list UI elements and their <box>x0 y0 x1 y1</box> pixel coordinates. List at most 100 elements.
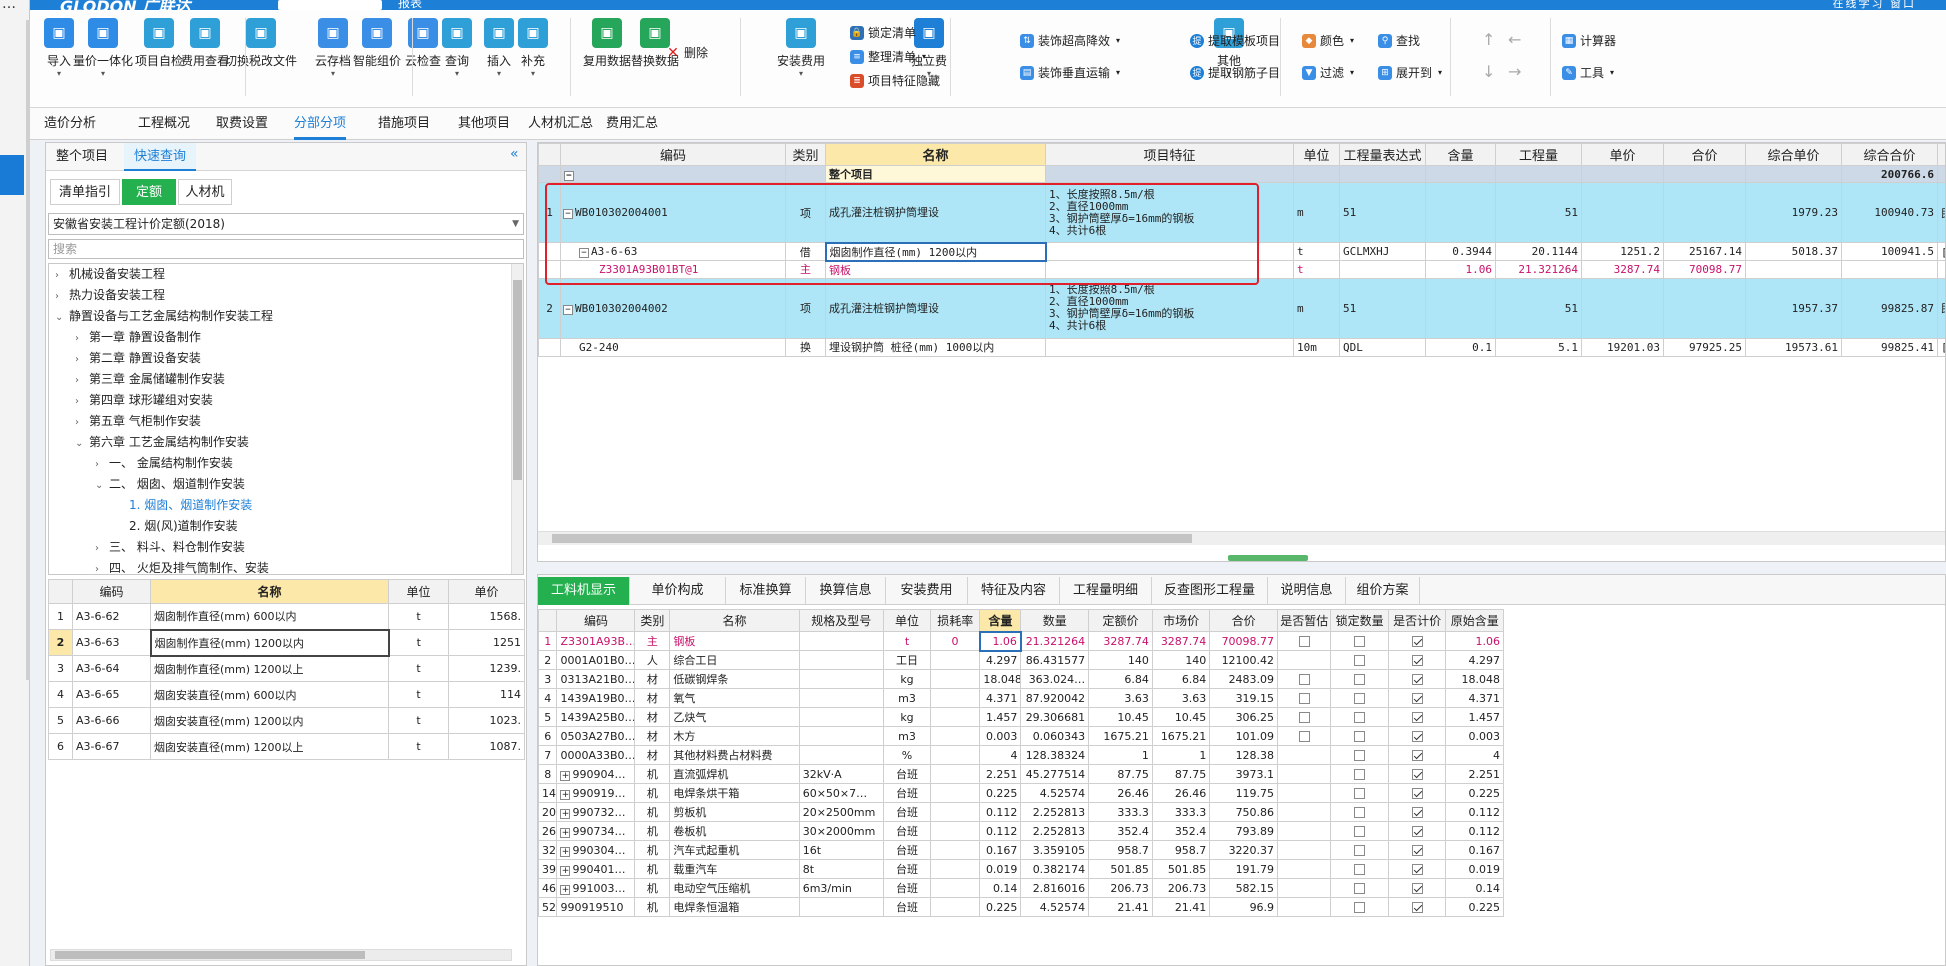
cell-expr[interactable]: GCLMXHJ <box>1339 242 1426 261</box>
res-spec[interactable]: 32kV·A <box>798 764 884 784</box>
cell-name[interactable]: 成孔灌注桩钢护筒埋设 <box>825 277 1046 339</box>
is-priced-cell[interactable] <box>1387 707 1447 727</box>
detail-tab[interactable]: 说明信息 <box>1268 577 1346 605</box>
lock-qty-cell[interactable] <box>1330 726 1389 746</box>
is-priced-cell[interactable] <box>1387 631 1447 651</box>
is-priced-cell[interactable] <box>1387 688 1447 708</box>
nav-tab[interactable]: 取费设置 <box>216 108 268 140</box>
cell-code[interactable]: − A3-6-63 <box>560 242 786 261</box>
res-market[interactable]: 10.45 <box>1151 707 1211 727</box>
res-code[interactable]: 1439A19B0… <box>556 688 636 708</box>
lock-qty-cell[interactable] <box>1330 783 1389 803</box>
bill-row[interactable]: Z3301A93B01BT@1 主钢板 t 1.06 21.321264 3287.74 7… <box>538 260 1945 279</box>
res-type[interactable]: 机 <box>634 764 671 784</box>
resource-col-header[interactable]: 名称 <box>669 609 800 632</box>
res-name[interactable]: 卷板机 <box>669 821 800 841</box>
res-content[interactable]: 0.112 <box>979 821 1022 841</box>
res-qty[interactable]: 4.52574 <box>1020 783 1090 803</box>
res-loss[interactable] <box>930 897 981 917</box>
res-total[interactable]: 101.09 <box>1209 726 1279 746</box>
res-content[interactable]: 0.225 <box>979 783 1022 803</box>
res-type[interactable]: 机 <box>634 783 671 803</box>
table-row[interactable]: 6 A3-6-67 烟囱安装直径(mm) 1200以上 t 1087. <box>48 733 525 760</box>
res-loss[interactable] <box>930 726 981 746</box>
is-priced-cell[interactable] <box>1387 878 1447 898</box>
res-quota[interactable]: 3287.74 <box>1088 631 1153 651</box>
res-unit[interactable]: t <box>882 631 932 651</box>
res-market[interactable]: 333.3 <box>1151 802 1211 822</box>
cell-type[interactable]: 项 <box>785 277 826 339</box>
res-name[interactable]: 其他材料费占材料费 <box>669 745 800 765</box>
res-spec[interactable]: 6m3/min <box>798 878 884 898</box>
move-right-icon[interactable]: → <box>1508 62 1521 81</box>
res-quota[interactable]: 501.85 <box>1088 859 1153 879</box>
res-qty[interactable]: 2.816016 <box>1020 878 1090 898</box>
res-total[interactable]: 119.75 <box>1209 783 1279 803</box>
res-code[interactable]: +991003… <box>556 878 636 898</box>
lock-checkbox[interactable] <box>1354 655 1366 666</box>
tree-node[interactable]: 1. 烟囱、烟道制作安装 <box>115 495 252 516</box>
res-loss[interactable] <box>930 650 981 670</box>
cell-cprice[interactable]: 1957.37 <box>1745 277 1842 339</box>
resource-col-header[interactable]: 是否计价 <box>1387 609 1447 632</box>
res-code[interactable]: +990734… <box>556 821 636 841</box>
is-priced-cell[interactable] <box>1387 764 1447 784</box>
res-spec[interactable] <box>798 669 884 689</box>
res-market[interactable]: 3287.74 <box>1151 631 1211 651</box>
res-content[interactable]: 0.003 <box>979 726 1022 746</box>
priced-checkbox[interactable] <box>1411 712 1423 723</box>
cell-note[interactable]: 民用建筑 <box>1937 277 1945 339</box>
lock-qty-cell[interactable] <box>1330 688 1389 708</box>
estimate-checkbox[interactable] <box>1298 712 1310 723</box>
hide-features-button[interactable]: ≣ 项目特征隐藏 <box>850 72 940 89</box>
detail-tab[interactable]: 组价方案 <box>1346 577 1420 605</box>
res-loss[interactable] <box>930 859 981 879</box>
cell-cprice[interactable]: 1979.23 <box>1745 182 1842 243</box>
res-type[interactable]: 机 <box>634 821 671 841</box>
lock-qty-cell[interactable] <box>1330 631 1389 651</box>
res-market[interactable]: 352.4 <box>1151 821 1211 841</box>
is-priced-cell[interactable] <box>1387 669 1447 689</box>
res-loss[interactable] <box>930 802 981 822</box>
res-content[interactable]: 0.14 <box>979 878 1022 898</box>
cell-expr[interactable] <box>1339 260 1426 279</box>
res-code[interactable]: 0313A21B0… <box>556 669 636 689</box>
extract-template-button[interactable]: 提提取模板项目 <box>1190 32 1280 49</box>
res-market[interactable]: 501.85 <box>1151 859 1211 879</box>
res-quota[interactable]: 1 <box>1088 745 1153 765</box>
expand-plus-icon[interactable]: + <box>560 884 571 895</box>
tree-node[interactable]: › 第一章 静置设备制作 <box>75 327 201 348</box>
resource-col-header[interactable]: 合价 <box>1209 609 1279 632</box>
resource-col-header[interactable]: 锁定数量 <box>1330 609 1389 632</box>
res-unit[interactable]: 台班 <box>882 840 932 860</box>
res-quota[interactable]: 87.75 <box>1088 764 1153 784</box>
delete-button[interactable]: ✕ 删除 <box>666 44 708 61</box>
cell-name[interactable]: 钢板 <box>825 260 1046 279</box>
tax-switch-button[interactable]: ▣ 切换税改文件 <box>225 18 297 69</box>
cell-feature[interactable] <box>1045 242 1294 261</box>
resource-row[interactable]: 3 0313A21B0… 材低碳钢焊条 kg 18.048 363.024… 6.84 6.8… <box>538 669 1504 689</box>
cell-content[interactable]: 0.3944 <box>1425 242 1496 261</box>
priced-checkbox[interactable] <box>1411 693 1423 704</box>
cell-unit[interactable]: 10m <box>1293 337 1340 357</box>
res-market[interactable]: 1 <box>1151 745 1211 765</box>
cell-price[interactable] <box>1581 182 1664 243</box>
calculator-button[interactable]: ▦ 计算器 <box>1562 32 1616 49</box>
move-up-icon[interactable]: ↑ <box>1482 30 1495 49</box>
res-qty[interactable]: 0.060343 <box>1020 726 1090 746</box>
res-code[interactable]: +990401… <box>556 859 636 879</box>
res-name[interactable]: 木方 <box>669 726 800 746</box>
res-spec[interactable] <box>798 631 884 651</box>
res-qty[interactable]: 2.252813 <box>1020 821 1090 841</box>
is-estimate-cell[interactable] <box>1277 707 1332 727</box>
cell-ctotal[interactable]: 100940.73 <box>1841 182 1938 243</box>
res-quota[interactable]: 21.41 <box>1088 897 1153 917</box>
cell-expr[interactable]: 51 <box>1339 277 1426 339</box>
is-estimate-cell[interactable] <box>1277 764 1332 784</box>
cell-qty[interactable]: 21.321264 <box>1495 260 1582 279</box>
lock-qty-cell[interactable] <box>1330 707 1389 727</box>
res-code[interactable]: +990732… <box>556 802 636 822</box>
res-qty[interactable]: 128.38324 <box>1020 745 1090 765</box>
tree-node[interactable]: › 第二章 静置设备安装 <box>75 348 201 369</box>
estimate-checkbox[interactable] <box>1298 636 1310 647</box>
